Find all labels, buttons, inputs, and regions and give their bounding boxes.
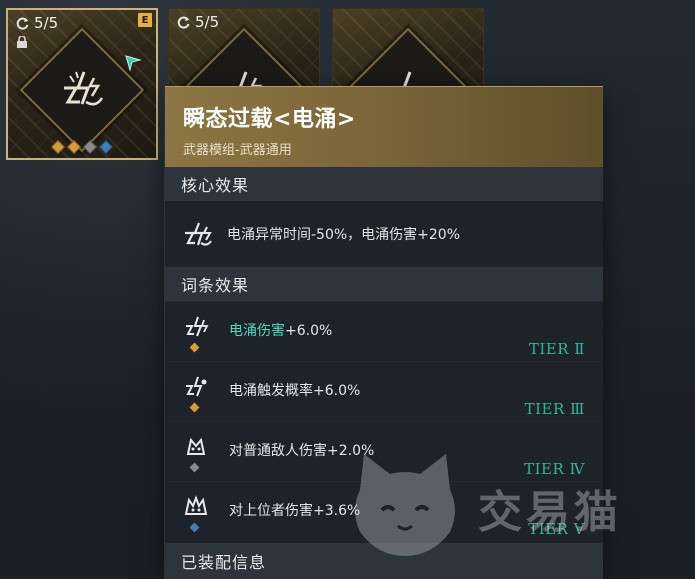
sync-icon (16, 17, 29, 30)
mod-category: 武器模组-武器通用 (183, 143, 292, 158)
core-effect-row: 电涌异常时间-50%，电涌伤害+20% (165, 201, 603, 267)
core-effect-header: 核心效果 (165, 167, 603, 201)
grade-badge: E (138, 13, 152, 27)
watermark-text: 交易猫 (478, 487, 622, 538)
tier-label: TIER Ⅱ (528, 340, 585, 358)
mod-card-1[interactable]: 5/5 E (6, 8, 158, 160)
arrow-corner-icon (125, 55, 142, 72)
slot-dot (82, 139, 98, 155)
rarity-dot (189, 342, 200, 353)
substat-header: 词条效果 (165, 267, 603, 301)
substat-row: 电涌触发概率+6.0% TIER Ⅲ (165, 361, 603, 421)
sync-icon (177, 16, 190, 29)
substat-lightning-icon (186, 376, 207, 397)
rarity-dot (189, 462, 200, 473)
core-effect-icon (185, 222, 212, 246)
mod-title: 瞬态过载<电涌> (183, 107, 356, 132)
rarity-dot (189, 402, 200, 413)
card-count: 5/5 (16, 14, 58, 32)
card-count: 5/5 (177, 13, 219, 31)
lightning-emblem-icon (64, 71, 104, 106)
slot-dot (50, 139, 66, 155)
lock-icon (17, 36, 27, 48)
substat-value: +6.0% (285, 323, 333, 339)
card-count-text: 5/5 (195, 13, 220, 31)
card-count-text: 5/5 (34, 14, 59, 32)
tooltip-header: 瞬态过载<电涌> 武器模组-武器通用 (165, 86, 603, 167)
substat-text: 电涌触发概率+6.0% (229, 383, 361, 399)
substat-elite-enemy-icon (184, 495, 208, 515)
core-effect-text: 电涌异常时间-50%，电涌伤害+20% (227, 227, 461, 243)
substat-row: 电涌伤害+6.0% TIER Ⅱ (165, 301, 603, 361)
slot-dot (98, 139, 114, 155)
tier-label: TIER Ⅲ (524, 400, 585, 418)
substat-text: 对上位者伤害+3.6% (229, 503, 361, 519)
slot-indicators (50, 139, 114, 155)
substat-text: 电涌伤害+6.0% (229, 320, 332, 340)
substat-lightning-icon (186, 316, 209, 337)
substat-highlight: 电涌伤害 (229, 323, 285, 339)
rarity-dot (189, 522, 200, 533)
slot-dot (66, 139, 82, 155)
substat-enemy-icon (186, 437, 206, 455)
cat-logo-icon (355, 454, 455, 556)
